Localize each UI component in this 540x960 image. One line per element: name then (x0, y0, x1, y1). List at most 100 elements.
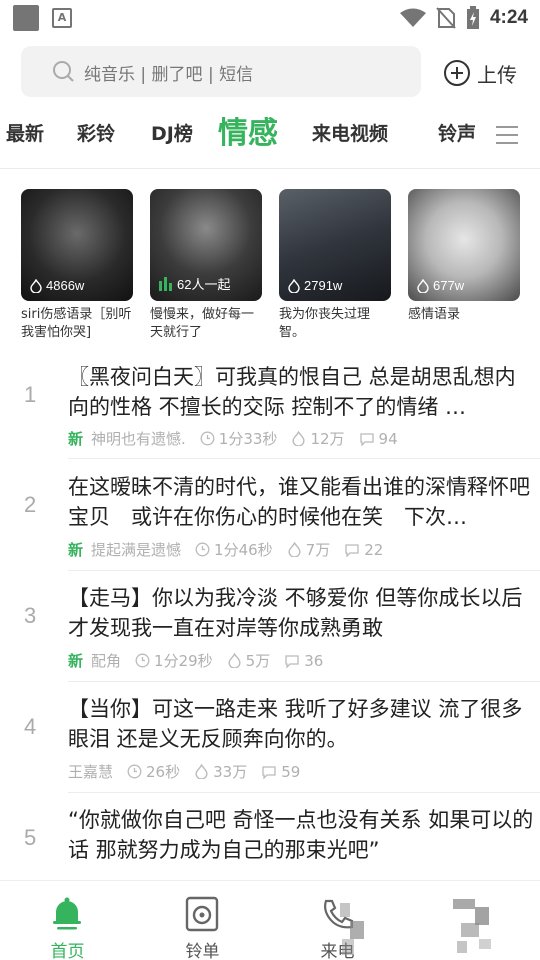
clock-icon (127, 764, 142, 779)
fire-icon (195, 764, 208, 779)
nav-label: 铃单 (185, 942, 220, 960)
rank-number: 2 (24, 492, 37, 517)
upload-label: 上传 (477, 62, 517, 87)
duration: 1分33秒 (200, 428, 277, 449)
playlist-card[interactable]: 4866w siri伤感语录［别听 我害怕你哭] (21, 189, 133, 342)
battery-charging-icon (466, 6, 479, 29)
clock-icon (135, 653, 150, 668)
upload-button[interactable]: 上传 (443, 58, 517, 88)
item-meta: 新 配角 1分29秒 5万 36 (68, 650, 337, 671)
card-title: siri伤感语录［别听 我害怕你哭] (21, 307, 132, 340)
nav-playlist[interactable]: 铃单 (135, 881, 270, 960)
comments: 94 (359, 430, 398, 448)
new-badge: 新 (68, 430, 84, 448)
item-meta: 新 神明也有遗憾. 1分33秒 12万 94 (68, 428, 412, 449)
divider (0, 168, 540, 169)
category-tabs: 最新 彩铃 DJ榜 情感 来电视频 铃声 (0, 106, 540, 162)
tabs-menu-icon[interactable] (496, 126, 518, 144)
tab-ringtone[interactable]: 铃声 (438, 106, 476, 162)
card-stat: 62人一起 (158, 274, 230, 293)
author: 王嘉慧 (68, 763, 114, 781)
card-title: 我为你丧失过理智。 (279, 307, 371, 340)
status-icons: 4:24 (399, 0, 528, 36)
search-placeholder: 纯音乐 | 删了吧 | 短信 (84, 65, 254, 85)
card-stat: 4866w (29, 278, 84, 293)
item-title: 【当你】可这一路走来 我听了好多建议 流了很多眼泪 还是义无反顾奔向你的。 (68, 697, 523, 751)
fire-icon (30, 278, 42, 293)
nav-label: 首页 (50, 942, 85, 960)
duration: 1分46秒 (195, 539, 273, 560)
clock-icon (200, 431, 215, 446)
comments: 59 (261, 763, 300, 781)
plays: 33万 (194, 761, 247, 782)
pixelated-icon (453, 899, 475, 909)
playlist-card[interactable]: 62人一起 慢慢来，做好每一天就行了 (150, 189, 262, 342)
divider (68, 792, 540, 793)
clock-icon (195, 542, 210, 557)
card-cover: 62人一起 (150, 189, 262, 301)
tab-latest[interactable]: 最新 (6, 106, 44, 162)
card-cover: 2791w (279, 189, 391, 301)
status-bar: A 4:24 (0, 0, 540, 36)
card-stat: 2791w (287, 278, 342, 293)
no-sim-icon (436, 7, 456, 29)
card-cover: 4866w (21, 189, 133, 301)
duration: 26秒 (127, 761, 180, 782)
tab-call-video[interactable]: 来电视频 (312, 106, 388, 162)
comment-icon (359, 432, 374, 446)
item-title: 【走马】你以为我冷淡 不够爱你 但等你成长以后才发现我一直在对岸等你成熟勇敢 (68, 586, 523, 640)
item-meta: 新 提起满是遗憾 1分46秒 7万 22 (68, 539, 397, 560)
card-title: 感情语录 (408, 307, 461, 322)
item-title: 在这暧昧不清的时代，谁又能看出谁的深情释怀吧宝贝 或许在你伤心的时候他在笑 下次… (68, 475, 530, 529)
search-input[interactable]: 纯音乐 | 删了吧 | 短信 (21, 46, 421, 97)
author: 配角 (91, 652, 122, 670)
divider (68, 458, 540, 459)
fire-icon (417, 278, 429, 293)
pixel-noise (340, 903, 350, 917)
playlist-card[interactable]: 2791w 我为你丧失过理智。 (279, 189, 391, 342)
fire-icon (288, 542, 301, 557)
divider (68, 681, 540, 682)
plus-circle-icon (444, 60, 470, 86)
card-stat: 677w (416, 278, 464, 293)
rank-number: 5 (24, 825, 37, 850)
comments: 36 (284, 652, 323, 670)
fire-icon (228, 653, 241, 668)
divider (68, 570, 540, 571)
clock: 4:24 (489, 7, 528, 28)
author: 提起满是遗憾 (91, 541, 182, 559)
nav-home[interactable]: 首页 (0, 881, 135, 960)
nav-call[interactable]: 来电 (270, 881, 405, 960)
tab-dj-chart[interactable]: DJ榜 (151, 106, 193, 162)
app-notification-icon (13, 5, 39, 31)
card-title: 慢慢来，做好每一天就行了 (150, 307, 255, 340)
card-cover: 677w (408, 189, 520, 301)
bottom-nav: 首页 铃单 来电 (0, 880, 540, 960)
speaker-icon (185, 896, 219, 932)
comments: 22 (344, 541, 383, 559)
search-icon (53, 61, 74, 82)
bell-home-icon (53, 897, 81, 930)
plays: 12万 (291, 428, 345, 449)
nav-profile[interactable] (405, 881, 540, 960)
a-notification-icon: A (52, 8, 72, 28)
tab-ringback[interactable]: 彩铃 (77, 106, 115, 162)
playlist-card[interactable]: 677w 感情语录 (408, 189, 520, 324)
item-title: 〖黑夜问白天〗可我真的恨自己 总是胡思乱想内向的性格 不擅长的交际 控制不了的情… (68, 365, 516, 419)
comment-icon (285, 654, 299, 668)
rank-number: 4 (24, 714, 37, 739)
fire-icon (292, 431, 305, 446)
item-title: “你就做你自己吧 奇怪一点也没有关系 如果可以的话 那就努力成为自己的那束光吧” (68, 808, 534, 862)
item-meta: 王嘉慧 26秒 33万 59 (68, 761, 314, 782)
plays: 7万 (287, 539, 330, 560)
pixelated-icon (457, 941, 467, 953)
author: 神明也有遗憾. (91, 430, 186, 448)
pixelated-icon (461, 923, 479, 937)
comment-icon (262, 765, 276, 779)
wifi-icon (399, 8, 426, 27)
new-badge: 新 (68, 652, 84, 670)
nav-label: 来电 (320, 942, 355, 960)
plays: 5万 (227, 650, 270, 671)
fire-icon (288, 278, 300, 293)
tab-emotion[interactable]: 情感 (218, 106, 278, 162)
